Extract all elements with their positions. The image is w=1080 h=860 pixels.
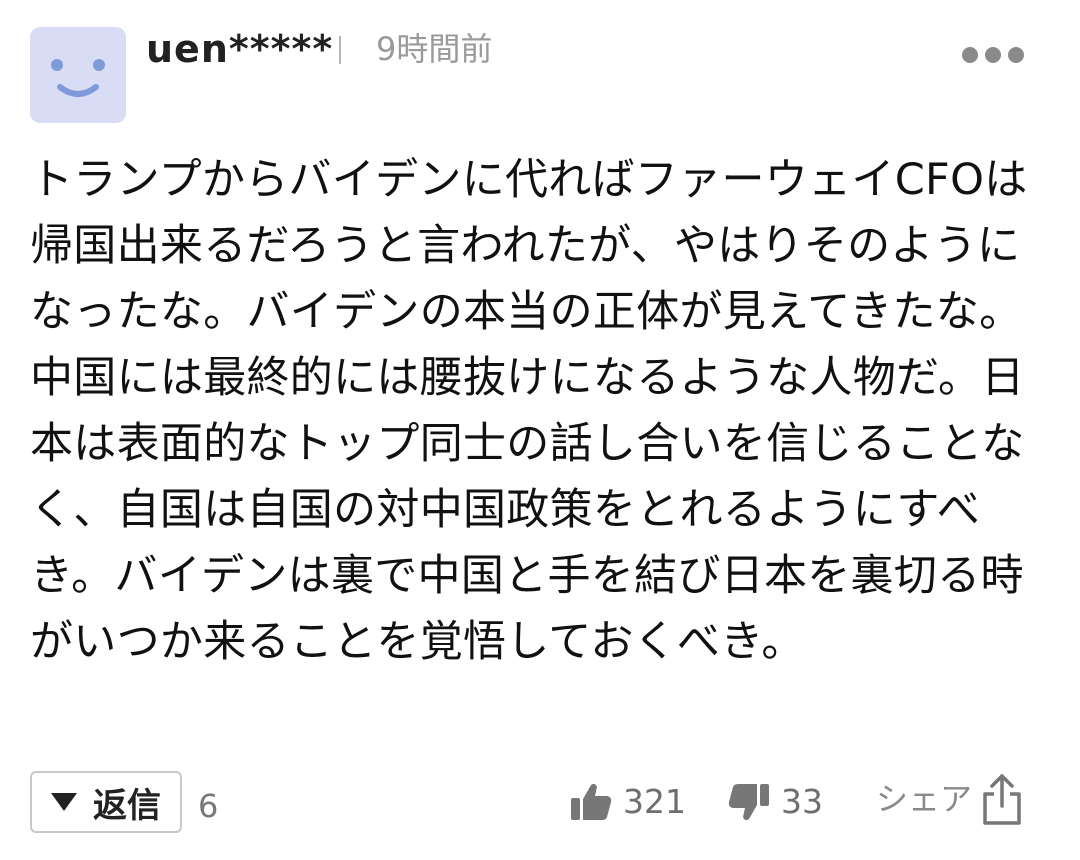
timestamp: 9時間前 [376, 30, 493, 68]
header-divider [339, 36, 341, 64]
avatar[interactable] [30, 27, 126, 123]
comment-body: トランプからバイデンに代ればファーウェイCFOは帰国出来るだろうと言われたが、や… [30, 155, 1028, 667]
reply-button[interactable]: 返信 [30, 771, 182, 833]
thumbs-down-icon [728, 784, 769, 821]
thumbs-up-icon [571, 783, 612, 820]
dislike-button[interactable]: 33 [727, 778, 823, 826]
username[interactable]: uen***** [146, 24, 333, 74]
more-dots-icon [962, 47, 1024, 63]
reply-label: 返信 [93, 785, 161, 826]
more-options-button[interactable] [955, 40, 1031, 70]
dislike-count: 33 [781, 782, 823, 821]
share-label: シェア [876, 780, 973, 818]
share-button[interactable]: シェア [876, 772, 1024, 826]
smiley-face-icon [51, 59, 105, 97]
triangle-down-icon [51, 793, 77, 811]
like-count: 321 [623, 782, 686, 821]
share-icon [983, 774, 1021, 825]
reply-count: 6 [198, 787, 219, 825]
like-button[interactable]: 321 [569, 778, 686, 826]
